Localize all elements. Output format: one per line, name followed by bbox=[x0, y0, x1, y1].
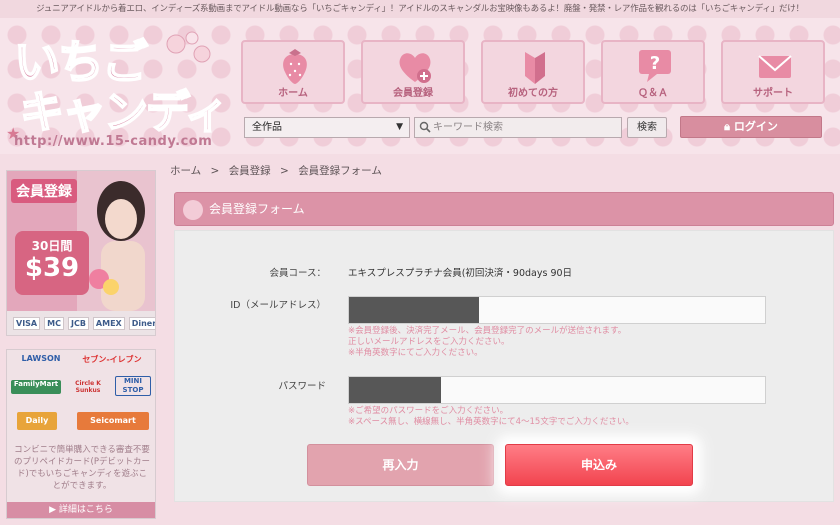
heart-plus-icon bbox=[399, 53, 431, 83]
email-field[interactable] bbox=[348, 296, 766, 324]
mail-icon bbox=[758, 55, 792, 78]
email-note-3: ※半角英数字にてご入力ください。 bbox=[348, 348, 483, 358]
details-link[interactable]: ▶ 詳細はこちら bbox=[7, 502, 155, 518]
breadcrumb-separator: > bbox=[210, 165, 220, 177]
seicomart-logo: Seicomart bbox=[77, 412, 149, 430]
breadcrumb-home[interactable]: ホーム bbox=[170, 165, 201, 177]
site-header: いちご キャンディ ★ http://www.15-candy.com ホーム … bbox=[0, 18, 840, 154]
email-field-redacted bbox=[349, 297, 479, 323]
visa-logo: VISA bbox=[13, 316, 41, 330]
submit-button[interactable]: 申込み bbox=[505, 444, 693, 486]
price-days: 30日間 bbox=[31, 239, 73, 253]
seven-eleven-logo: セブン-イレブン bbox=[82, 355, 142, 364]
price-badge: 30日間 $39 bbox=[15, 231, 89, 295]
store-logos: LAWSON セブン-イレブン FamilyMart Circle K Sunk… bbox=[11, 354, 151, 436]
keyword-placeholder: キーワード検索 bbox=[433, 122, 503, 133]
search-bar: 全作品 ▼ キーワード検索 検索 🔒︎ ログイン bbox=[244, 116, 824, 139]
speech-question-icon: ? bbox=[639, 50, 671, 82]
search-icon bbox=[419, 121, 431, 133]
jcb-logo: JCB bbox=[67, 316, 89, 330]
login-label: ログイン bbox=[733, 120, 778, 133]
familymart-logo: FamilyMart bbox=[11, 380, 61, 394]
logo-text-line2: キャンディ bbox=[19, 86, 230, 139]
category-select-value: 全作品 bbox=[252, 122, 282, 133]
strawberry-icon bbox=[183, 200, 203, 220]
email-note-2: 正しいメールアドレスをご入力ください。 bbox=[348, 337, 510, 347]
lock-icon: 🔒︎ bbox=[724, 120, 730, 133]
lawson-logo: LAWSON bbox=[21, 354, 61, 363]
nav-support[interactable]: サポート bbox=[721, 40, 825, 104]
nav-qa[interactable]: ? Ｑ＆Ａ bbox=[601, 40, 705, 104]
main-nav: ホーム 会員登録 初めての方 ? Ｑ＆Ａ サポート bbox=[241, 40, 827, 104]
form-title-bar: 会員登録フォーム bbox=[174, 192, 834, 226]
email-notes: ※会員登録後、決済完了メール、会員登録完了のメールが送信されます。 正しいメール… bbox=[348, 326, 626, 359]
nav-beginner[interactable]: 初めての方 bbox=[481, 40, 585, 104]
password-field[interactable] bbox=[348, 376, 766, 404]
dropdown-arrow-icon: ▼ bbox=[396, 122, 403, 132]
convenience-store-banner[interactable]: LAWSON セブン-イレブン FamilyMart Circle K Sunk… bbox=[6, 349, 156, 519]
form-title: 会員登録フォーム bbox=[209, 202, 305, 216]
ministop-logo: MINI STOP bbox=[115, 376, 151, 396]
register-badge: 会員登録 bbox=[11, 179, 77, 203]
reset-button[interactable]: 再入力 bbox=[307, 444, 494, 486]
card-logos: VISA MC JCB AMEX Diners bbox=[7, 311, 155, 335]
prepaid-description: コンビニで簡単購入できる審査不要のプリペイドカード(Pデビットカード)でもいちご… bbox=[14, 445, 150, 491]
password-note-2: ※スペース無し、横線無し、半角英数字にて4〜15文字でご入力ください。 bbox=[348, 417, 634, 427]
breadcrumb: ホーム > 会員登録 > 会員登録フォーム bbox=[170, 163, 388, 178]
breadcrumb-separator: > bbox=[280, 165, 289, 177]
nav-home-label: ホーム bbox=[278, 88, 308, 99]
amex-logo: AMEX bbox=[92, 316, 125, 330]
mastercard-logo: MC bbox=[44, 316, 64, 330]
login-button[interactable]: 🔒︎ ログイン bbox=[680, 116, 822, 138]
nav-register[interactable]: 会員登録 bbox=[361, 40, 465, 104]
member-registration-banner[interactable]: 会員登録 30日間 $39 VISA MC JCB AMEX Diners bbox=[6, 170, 156, 336]
keyword-search-input[interactable]: キーワード検索 bbox=[414, 117, 622, 138]
top-announcement: ジュニアアイドルから着エロ、インディーズ系動画までアイドル動画なら「いちごキャン… bbox=[0, 0, 840, 18]
strawberry-icon bbox=[283, 49, 307, 84]
diners-logo: Diners bbox=[128, 316, 155, 330]
beginner-mark-icon bbox=[525, 52, 545, 84]
sidebar: 会員登録 30日間 $39 VISA MC JCB AMEX Diners LA… bbox=[0, 154, 166, 525]
nav-home[interactable]: ホーム bbox=[241, 40, 345, 104]
breadcrumb-register[interactable]: 会員登録 bbox=[229, 165, 271, 177]
email-note-1: ※会員登録後、決済完了メール、会員登録完了のメールが送信されます。 bbox=[348, 326, 627, 336]
svg-text:?: ? bbox=[650, 53, 660, 74]
course-label: 会員コース： bbox=[269, 268, 326, 279]
nav-beginner-label: 初めての方 bbox=[508, 88, 558, 99]
nav-support-label: サポート bbox=[753, 88, 793, 99]
breadcrumb-current: 会員登録フォーム bbox=[298, 165, 382, 177]
daily-logo: Daily bbox=[17, 412, 57, 430]
circlek-logo: Circle K Sunkus bbox=[75, 380, 101, 394]
logo-url: http://www.15-candy.com bbox=[14, 134, 213, 149]
password-notes: ※ご希望のパスワードをご入力ください。 ※スペース無し、横線無し、半角英数字にて… bbox=[348, 406, 634, 428]
price-amount: $39 bbox=[24, 253, 80, 283]
password-label: パスワード bbox=[278, 381, 326, 392]
email-label: ID（メールアドレス） bbox=[230, 300, 326, 311]
nav-register-label: 会員登録 bbox=[393, 88, 433, 99]
site-logo[interactable]: いちご キャンディ ★ http://www.15-candy.com bbox=[6, 24, 232, 152]
password-field-redacted bbox=[349, 377, 441, 403]
search-button[interactable]: 検索 bbox=[627, 117, 667, 138]
nav-qa-label: Ｑ＆Ａ bbox=[638, 88, 668, 99]
category-select[interactable]: 全作品 ▼ bbox=[244, 117, 410, 138]
password-note-1: ※ご希望のパスワードをご入力ください。 bbox=[348, 406, 509, 416]
candy-decoration-icon bbox=[166, 31, 211, 63]
course-value: エキスプレスプラチナ会員(初回決済・90days 90日 bbox=[348, 268, 573, 279]
